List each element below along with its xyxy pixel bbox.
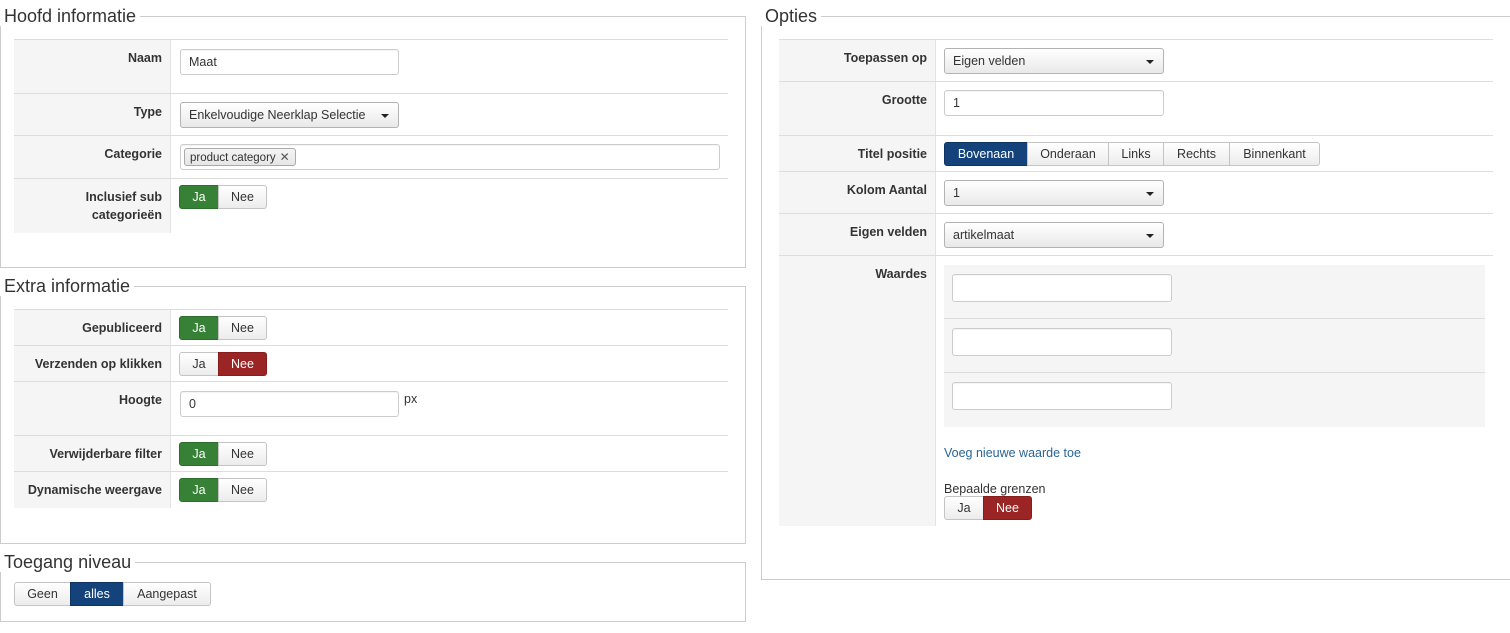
naam-row: Naam Maat	[14, 39, 728, 94]
toegang-aangepast-button[interactable]: Aangepast	[123, 582, 211, 606]
section-title: Hoofd informatie	[4, 6, 137, 26]
dynamische-ja-button[interactable]: Ja	[179, 478, 219, 502]
dynamische-toggle: Ja Nee	[179, 478, 267, 502]
gepubliceerd-nee-button[interactable]: Nee	[218, 316, 267, 340]
naam-label: Naam	[14, 40, 171, 94]
toepassen-row: Toepassen op Eigen velden	[779, 39, 1493, 82]
waardes-label: Waardes	[779, 256, 936, 526]
waarde-input[interactable]	[952, 382, 1172, 410]
gepubliceerd-row: Gepubliceerd Ja Nee	[14, 309, 728, 346]
verzenden-nee-button[interactable]: Nee	[218, 352, 267, 376]
sub-categorie-row: Inclusief sub categorieën Ja Nee	[14, 178, 728, 233]
close-icon[interactable]: ✕	[280, 150, 290, 164]
titel-positie-label: Titel positie	[779, 136, 936, 172]
category-tag: product category ✕	[184, 148, 296, 166]
toepassen-select-value: Eigen velden	[953, 54, 1026, 68]
eigen-velden-label: Eigen velden	[779, 214, 936, 256]
type-select-value: Enkelvoudige Neerklap Selectie	[189, 108, 366, 122]
titel-positie-toggle: Bovenaan Onderaan Links Rechts Binnenkan…	[944, 142, 1320, 166]
eigen-velden-value: artikelmaat	[953, 228, 1015, 242]
toegang-geen-button[interactable]: Geen	[14, 582, 71, 606]
waardes-row: Waardes Voeg nieuwe waarde toe Bepaalde …	[779, 255, 1493, 526]
verwijderbare-label: Verwijderbare filter	[14, 436, 171, 472]
verzenden-label: Verzenden op klikken	[14, 346, 171, 382]
toepassen-label: Toepassen op	[779, 40, 936, 82]
type-label: Type	[14, 94, 171, 136]
sub-categorie-toggle: Ja Nee	[179, 185, 267, 209]
waarde-input[interactable]	[952, 274, 1172, 302]
gepubliceerd-toggle: Ja Nee	[179, 316, 267, 340]
sub-ja-button[interactable]: Ja	[179, 185, 219, 209]
titel-links-button[interactable]: Links	[1108, 142, 1164, 166]
titel-positie-row: Titel positie Bovenaan Onderaan Links Re…	[779, 135, 1493, 172]
verwijderbare-toggle: Ja Nee	[179, 442, 267, 466]
category-tag-label: product category	[190, 152, 276, 164]
gepubliceerd-ja-button[interactable]: Ja	[179, 316, 219, 340]
grenzen-nee-button[interactable]: Nee	[983, 496, 1032, 520]
verzenden-row: Verzenden op klikken Ja Nee	[14, 345, 728, 382]
dynamische-label: Dynamische weergave	[14, 472, 171, 508]
verwijderbare-ja-button[interactable]: Ja	[179, 442, 219, 466]
hoofd-form: Naam Maat Type Enkelvoudige Neerklap Sel…	[14, 39, 728, 233]
categorie-row: Categorie product category ✕	[14, 135, 728, 179]
waardes-list	[944, 265, 1485, 427]
chevron-down-icon	[1146, 192, 1154, 196]
naam-input[interactable]: Maat	[180, 49, 399, 75]
dynamische-nee-button[interactable]: Nee	[218, 478, 267, 502]
verzenden-toggle: Ja Nee	[179, 352, 267, 376]
chevron-down-icon	[381, 114, 389, 118]
section-title: Toegang niveau	[4, 552, 132, 572]
verzenden-ja-button[interactable]: Ja	[179, 352, 219, 376]
titel-binnenkant-button[interactable]: Binnenkant	[1229, 142, 1320, 166]
kolom-aantal-row: Kolom Aantal 1	[779, 171, 1493, 214]
grenzen-ja-button[interactable]: Ja	[944, 496, 984, 520]
kolom-aantal-select[interactable]: 1	[944, 180, 1164, 206]
sub-categorie-label: Inclusief sub categorieën	[14, 179, 171, 233]
type-row: Type Enkelvoudige Neerklap Selectie	[14, 93, 728, 136]
verwijderbare-nee-button[interactable]: Nee	[218, 442, 267, 466]
waarde-input[interactable]	[952, 328, 1172, 356]
type-select[interactable]: Enkelvoudige Neerklap Selectie	[180, 102, 399, 128]
waarde-item	[944, 319, 1485, 373]
chevron-down-icon	[1146, 60, 1154, 64]
eigen-velden-row: Eigen velden artikelmaat	[779, 213, 1493, 256]
extra-form: Gepubliceerd Ja Nee Verzenden op klikken…	[14, 309, 728, 508]
toegang-niveau-toggle: Geen alles Aangepast	[14, 582, 211, 606]
titel-bovenaan-button[interactable]: Bovenaan	[944, 142, 1028, 166]
categorie-label: Categorie	[14, 136, 171, 179]
grenzen-toggle: Ja Nee	[944, 496, 1032, 520]
hoogte-row: Hoogte 0 px	[14, 381, 728, 436]
titel-onderaan-button[interactable]: Onderaan	[1027, 142, 1109, 166]
sub-nee-button[interactable]: Nee	[218, 185, 267, 209]
grootte-input[interactable]: 1	[944, 90, 1164, 116]
hoogte-label: Hoogte	[14, 382, 171, 436]
kolom-aantal-value: 1	[953, 186, 960, 200]
categorie-input[interactable]: product category ✕	[180, 144, 720, 170]
grootte-row: Grootte 1	[779, 81, 1493, 136]
add-value-link[interactable]: Voeg nieuwe waarde toe	[944, 446, 1081, 460]
section-title: Extra informatie	[4, 276, 131, 296]
waarde-item	[944, 265, 1485, 319]
hoogte-input[interactable]: 0	[180, 391, 399, 417]
grenzen-label: Bepaalde grenzen	[944, 482, 1046, 496]
section-title: Opties	[765, 6, 818, 26]
opties-form: Toepassen op Eigen velden Grootte 1 Tite…	[779, 39, 1493, 526]
toepassen-select[interactable]: Eigen velden	[944, 48, 1164, 74]
titel-rechts-button[interactable]: Rechts	[1163, 142, 1230, 166]
chevron-down-icon	[1146, 234, 1154, 238]
eigen-velden-select[interactable]: artikelmaat	[944, 222, 1164, 248]
gepubliceerd-label: Gepubliceerd	[14, 310, 171, 346]
kolom-aantal-label: Kolom Aantal	[779, 172, 936, 214]
grootte-label: Grootte	[779, 82, 936, 136]
waarde-item	[944, 373, 1485, 427]
verwijderbare-row: Verwijderbare filter Ja Nee	[14, 435, 728, 472]
dynamische-row: Dynamische weergave Ja Nee	[14, 471, 728, 508]
toegang-alles-button[interactable]: alles	[70, 582, 124, 606]
hoogte-unit: px	[404, 392, 418, 406]
